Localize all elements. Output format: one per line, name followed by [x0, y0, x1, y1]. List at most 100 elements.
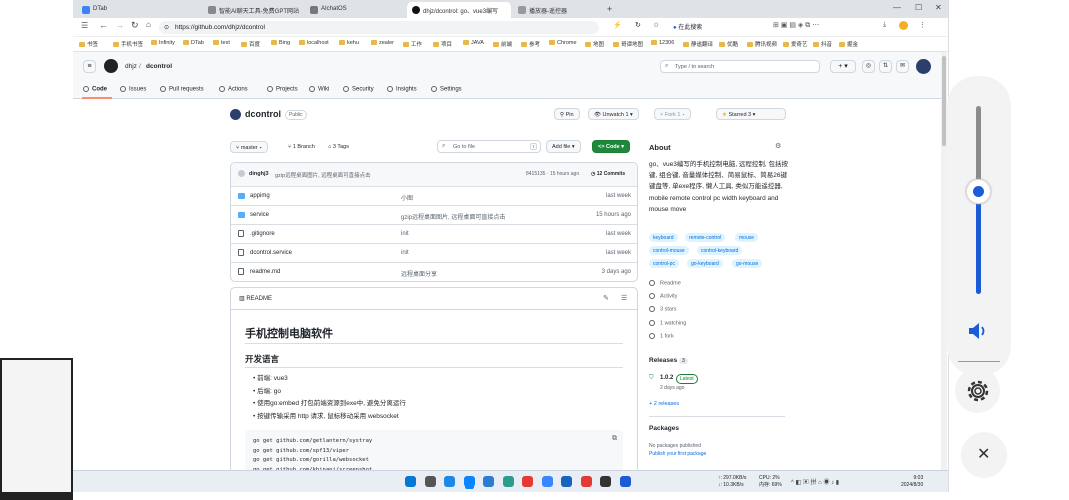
starred-button[interactable]: ★ Starred 3 ▾	[716, 108, 786, 120]
repo-title[interactable]: dcontrol	[245, 109, 281, 119]
releases-title[interactable]: Releases 3	[649, 357, 688, 364]
fork-button[interactable]: ⑂ Fork 1 ▾	[654, 108, 692, 120]
more-icon[interactable]: ⋮	[919, 21, 926, 29]
forward-icon[interactable]: →	[115, 20, 124, 30]
github-desktop-icon[interactable]	[463, 476, 475, 487]
tab-wiki[interactable]: Wiki	[309, 86, 329, 93]
file-commit-message[interactable]: 远程桌面分享	[401, 269, 437, 278]
file-row[interactable]: .gitignore init last week	[231, 224, 637, 243]
profile-icon[interactable]	[899, 21, 908, 30]
hamburger-icon[interactable]: ≡	[83, 60, 96, 73]
tab-actions[interactable]: Actions	[219, 86, 248, 93]
file-row[interactable]: dcontrol.service init last week	[231, 243, 637, 262]
tab-player-remote[interactable]: 播放器-遥控器	[513, 2, 603, 18]
pull-requests-icon[interactable]: ⇅	[879, 60, 892, 73]
bookmark-item[interactable]: 书签	[79, 40, 98, 48]
volume-thumb[interactable]	[966, 178, 991, 204]
tab-settings[interactable]: Settings	[431, 86, 462, 93]
github-logo-icon[interactable]	[104, 59, 118, 73]
outline-icon[interactable]: ☰	[621, 294, 627, 302]
topic-tag[interactable]: remote-control	[685, 233, 726, 242]
bookmark-item[interactable]: 项目	[433, 40, 452, 48]
file-name[interactable]: service	[250, 212, 269, 218]
minimize-icon[interactable]: —	[893, 3, 901, 12]
bookmark-item[interactable]: kehu	[339, 40, 359, 46]
file-row[interactable]: readme.md 远程桌面分享 3 days ago	[231, 262, 637, 281]
star-icon[interactable]: ☆	[653, 21, 659, 29]
bookmark-item[interactable]: 优酷	[719, 40, 738, 48]
bookmark-item[interactable]: 爱奇艺	[783, 40, 808, 48]
bookmark-item[interactable]: Infinity	[151, 40, 175, 46]
bookmark-item[interactable]: 地图	[585, 40, 604, 48]
extensions-icons[interactable]: ⊞ ▣ ▤ ◈ ⧉ ⋯	[773, 21, 819, 30]
file-name[interactable]: appimg	[250, 193, 270, 199]
bookmark-item[interactable]: 参考	[521, 40, 540, 48]
topic-tag[interactable]: mouse	[735, 233, 759, 242]
speaker-icon[interactable]	[967, 321, 989, 341]
bookmark-item[interactable]: localhost	[299, 40, 329, 46]
bookmark-item[interactable]: 抖音	[813, 40, 832, 48]
close-window-icon[interactable]: ✕	[935, 3, 942, 12]
add-file-button[interactable]: Add file ▾	[546, 140, 581, 153]
about-settings-icon[interactable]: ⚙	[775, 142, 781, 150]
avatar[interactable]	[916, 59, 931, 74]
bookmark-item[interactable]: DTab	[183, 40, 204, 46]
copy-icon[interactable]: ⧉	[612, 434, 617, 444]
search-engine[interactable]: ● 在此搜索	[673, 22, 702, 31]
app-icon[interactable]	[619, 476, 631, 487]
edit-icon[interactable]: ✎	[603, 294, 609, 302]
home-icon[interactable]: ⌂	[146, 20, 151, 29]
inbox-icon[interactable]: ✉	[896, 60, 909, 73]
readme-tab[interactable]: ▥ README	[239, 295, 272, 302]
commit-hash[interactable]: 8415135 · 15 hours ago	[526, 171, 579, 177]
new-tab-icon[interactable]: +	[607, 4, 612, 14]
publish-package-link[interactable]: Publish your first package	[649, 451, 706, 457]
tags-link[interactable]: ⌂ 3 Tags	[328, 144, 349, 150]
file-commit-message[interactable]: gzip远程桌面图片, 远程桌面可直接点击	[401, 212, 505, 221]
go-to-file-input[interactable]: ⌕ Go to file t	[437, 140, 541, 153]
bookmark-item[interactable]: 百度	[241, 40, 260, 48]
file-commit-message[interactable]: init	[401, 231, 409, 237]
repo-link[interactable]: dcontrol	[146, 63, 172, 70]
bookmark-item[interactable]: 前端	[493, 40, 512, 48]
tab-github-dcontrol[interactable]: dhjz/dcontrol: go、vue3编写	[407, 2, 511, 18]
tab-security[interactable]: Security	[343, 86, 374, 93]
branches-link[interactable]: ⑂ 1 Branch	[288, 144, 315, 150]
bookmark-item[interactable]: 工作	[403, 40, 422, 48]
bookmark-item[interactable]: 手机书签	[113, 40, 143, 48]
bookmark-item[interactable]: Chrome	[549, 40, 577, 46]
menu-icon[interactable]: ☰	[81, 21, 88, 30]
app-icon[interactable]	[541, 476, 553, 487]
commits-link[interactable]: ◷ 12 Commits	[591, 171, 625, 177]
bookmark-item[interactable]: JAVA	[463, 40, 484, 46]
bookmark-item[interactable]: 腾讯视频	[747, 40, 777, 48]
tab-insights[interactable]: Insights	[387, 86, 417, 93]
about-link[interactable]: Activity	[649, 293, 677, 300]
create-new-button[interactable]: + ▾	[830, 60, 856, 73]
tab-projects[interactable]: Projects	[267, 86, 298, 93]
topic-tag[interactable]: go-mouse	[732, 259, 763, 268]
bookmark-item[interactable]: 静谧翻译	[683, 40, 713, 48]
file-name[interactable]: readme.md	[250, 269, 280, 275]
owner-link[interactable]: dhjz	[125, 63, 137, 70]
about-link[interactable]: 3 stars	[649, 306, 677, 313]
lightning-icon[interactable]: ⚡	[613, 21, 622, 29]
issues-icon[interactable]: ◎	[862, 60, 875, 73]
commit-message[interactable]: gzip远程桌面图片, 远程桌面可直接点击	[275, 171, 371, 179]
chrome-icon[interactable]	[522, 476, 533, 487]
topic-tag[interactable]: control-keyboard	[697, 246, 743, 255]
bookmark-item[interactable]: Bing	[271, 40, 290, 46]
file-name[interactable]: dcontrol.service	[250, 250, 292, 256]
download-icon[interactable]: ⤓	[883, 21, 886, 29]
tab-code[interactable]: Code	[83, 86, 107, 93]
bookmark-item[interactable]: 掘金	[839, 40, 858, 48]
wechat-icon[interactable]	[502, 476, 514, 487]
reload-icon[interactable]: ↻	[131, 20, 139, 31]
commit-author[interactable]: dinghj3	[249, 171, 269, 177]
bookmark-item[interactable]: zealer	[371, 40, 394, 46]
app-icon[interactable]	[600, 476, 611, 487]
about-link[interactable]: Readme	[649, 280, 681, 286]
url-input[interactable]: ⊙ https://github.com/dhjz/dcontrol	[159, 21, 599, 34]
settings-button[interactable]	[955, 368, 1000, 413]
topic-tag[interactable]: keyboard	[649, 233, 678, 242]
